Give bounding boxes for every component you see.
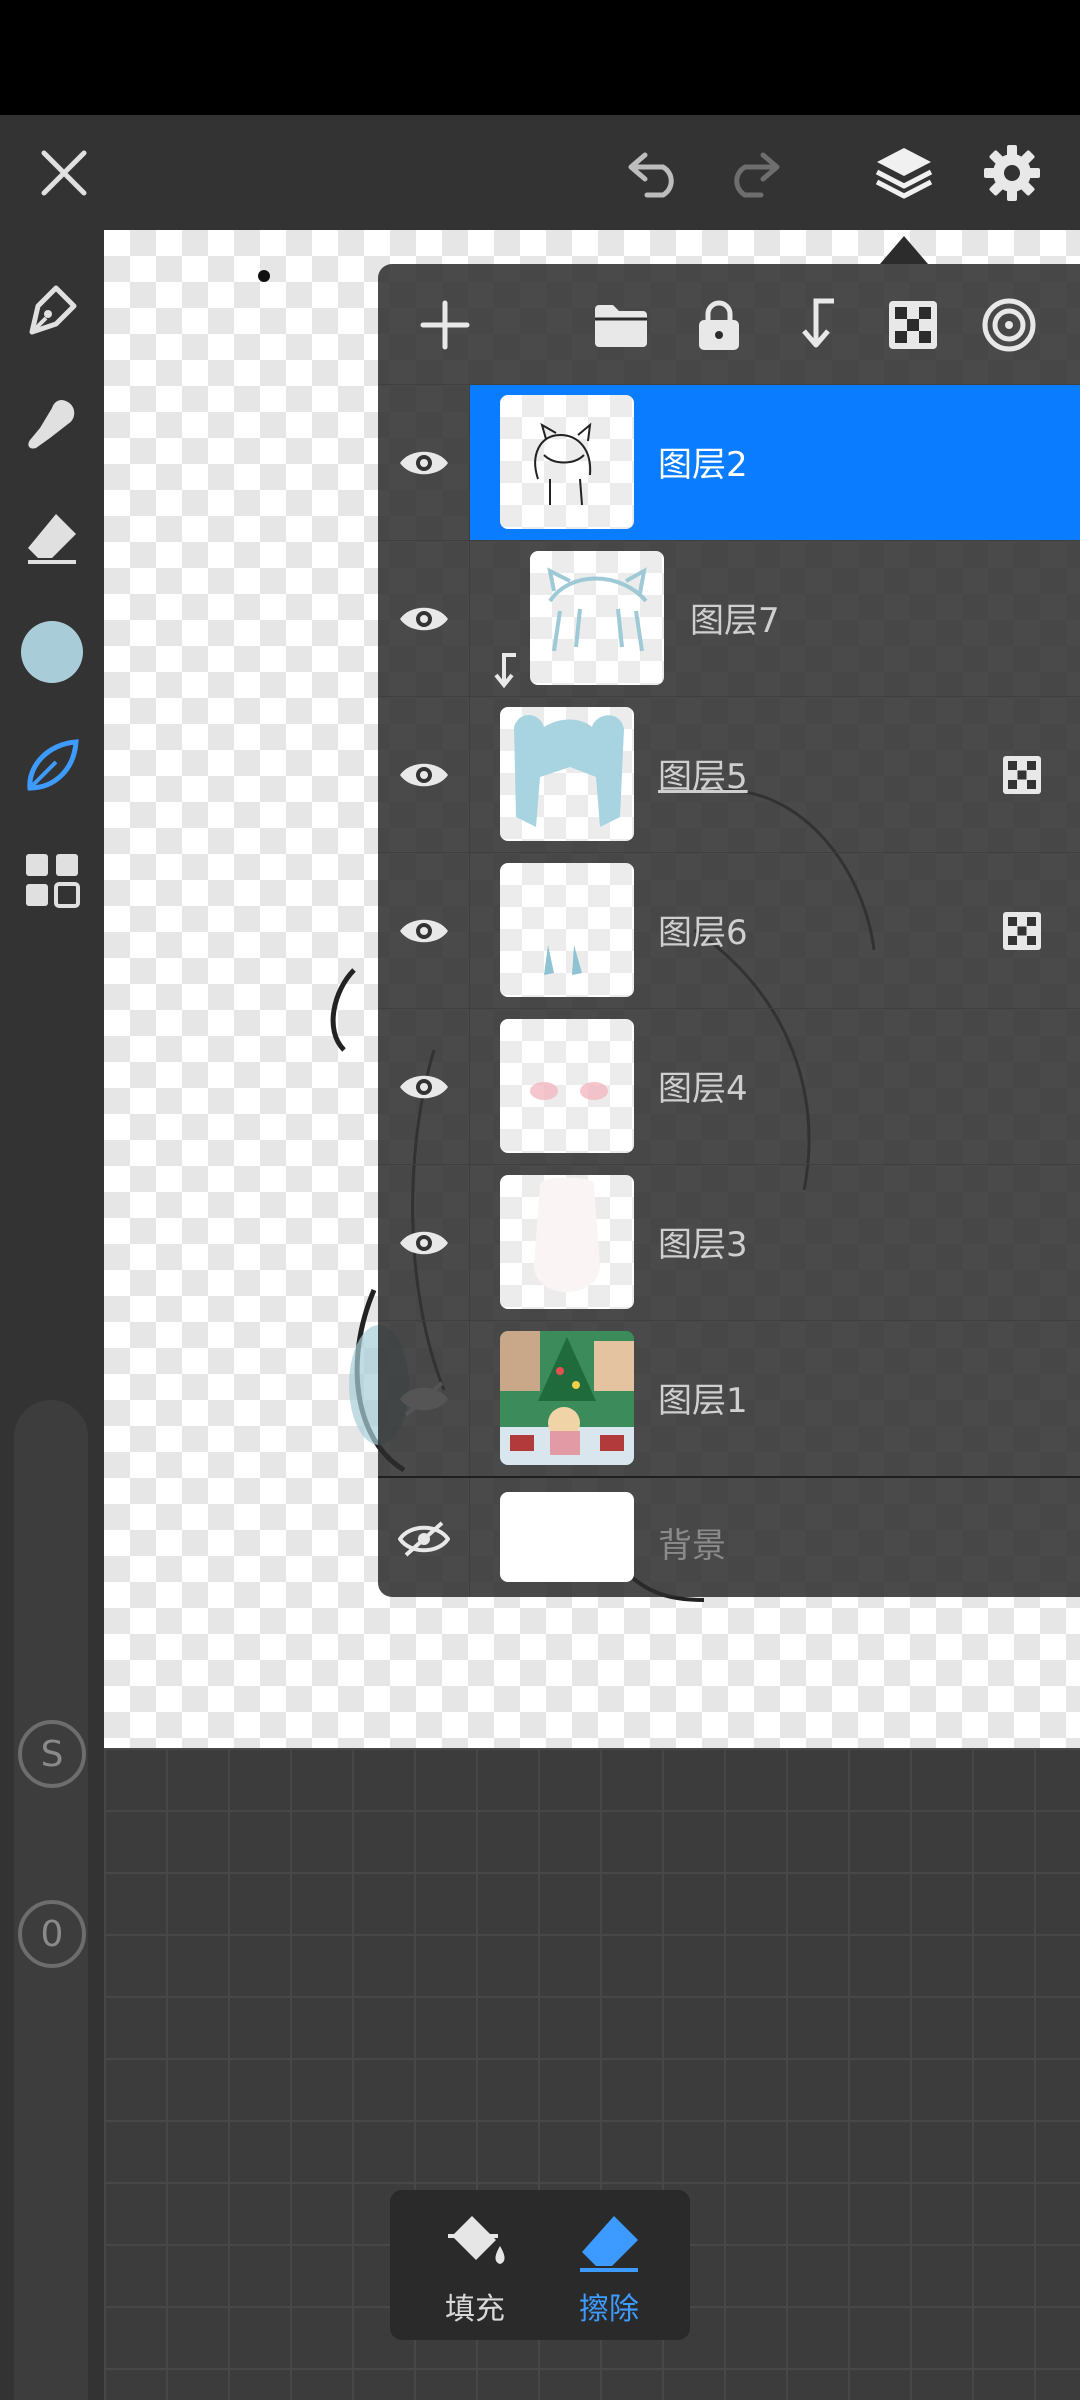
size-knob[interactable]: S [18, 1720, 86, 1788]
grid-menu-icon[interactable] [12, 840, 92, 920]
layer-thumbnail [500, 1492, 634, 1582]
layer-thumbnail [530, 551, 664, 685]
layers-icon[interactable] [864, 133, 944, 213]
layer-row-5[interactable]: 图层5 [378, 696, 1080, 853]
hidden-eye-icon[interactable] [378, 1321, 470, 1477]
layer-name: 图层2 [658, 445, 748, 485]
layer-row-3[interactable]: 图层3 [378, 1164, 1080, 1321]
opacity-label: 0 [40, 1913, 64, 1955]
pen-icon[interactable] [12, 270, 92, 350]
smudge-icon[interactable] [12, 384, 92, 464]
panel-caret [880, 236, 928, 264]
leaf-brush-icon[interactable] [12, 726, 92, 806]
clip-down-icon[interactable] [782, 290, 852, 360]
layer-row-7[interactable]: 图层7 [378, 540, 1080, 697]
visibility-eye-icon[interactable] [378, 697, 470, 853]
layers-panel: 图层2 图层7 图层5 图层6 图层4 图层3 图层1 背景 [378, 264, 1080, 1597]
hidden-eye-icon[interactable] [378, 1478, 470, 1597]
layer-row-background[interactable]: 背景 [378, 1476, 1080, 1597]
folder-icon[interactable] [586, 290, 656, 360]
undo-icon[interactable] [616, 133, 696, 213]
layer-row-1[interactable]: 图层1 [378, 1320, 1080, 1477]
eraser-icon[interactable] [12, 498, 92, 578]
layer-thumbnail [500, 395, 634, 529]
alpha-lock-icon [1003, 912, 1041, 950]
paint-bucket-icon [448, 2216, 505, 2264]
visibility-eye-icon[interactable] [378, 1009, 470, 1165]
fill-button[interactable]: 填充 [410, 2210, 540, 2330]
erase-button[interactable]: 擦除 [544, 2210, 674, 2330]
layer-row-2[interactable]: 图层2 [378, 384, 1080, 541]
layer-thumbnail [500, 863, 634, 997]
alpha-lock-icon [1003, 756, 1041, 794]
color-swatch[interactable] [12, 612, 92, 692]
layer-thumbnail [500, 1175, 634, 1309]
status-bar [0, 0, 1080, 115]
fill-erase-popup: 填充 擦除 [390, 2190, 690, 2340]
mask-target-icon[interactable] [974, 290, 1044, 360]
layer-name: 图层5 [658, 757, 748, 797]
clip-arrow-icon [494, 653, 516, 689]
layer-name: 图层3 [658, 1225, 748, 1265]
layer-thumbnail [500, 707, 634, 841]
alpha-lock-icon[interactable] [878, 290, 948, 360]
erase-label: 擦除 [579, 2292, 639, 2327]
add-layer-icon[interactable] [410, 290, 480, 360]
lock-icon[interactable] [684, 290, 754, 360]
top-toolbar [0, 115, 1080, 230]
layer-name: 图层4 [658, 1069, 748, 1109]
visibility-eye-icon[interactable] [378, 853, 470, 1009]
layer-name: 图层1 [658, 1381, 748, 1421]
layer-name: 背景 [658, 1526, 726, 1566]
redo-icon[interactable] [712, 133, 792, 213]
left-toolbar: S 0 [0, 230, 104, 2400]
layer-name: 图层7 [690, 601, 780, 641]
layers-panel-header [378, 264, 1080, 384]
visibility-eye-icon[interactable] [378, 541, 470, 697]
fill-label: 填充 [445, 2292, 505, 2327]
size-label: S [40, 1733, 64, 1775]
eraser-icon [580, 2216, 638, 2272]
opacity-knob[interactable]: 0 [18, 1900, 86, 1968]
layer-row-6[interactable]: 图层6 [378, 852, 1080, 1009]
visibility-eye-icon[interactable] [378, 385, 470, 541]
layer-name: 图层6 [658, 913, 748, 953]
layer-thumbnail [500, 1019, 634, 1153]
visibility-eye-icon[interactable] [378, 1165, 470, 1321]
close-icon[interactable] [24, 133, 104, 213]
layer-thumbnail [500, 1331, 634, 1465]
gear-icon[interactable] [972, 133, 1052, 213]
layer-row-4[interactable]: 图层4 [378, 1008, 1080, 1165]
